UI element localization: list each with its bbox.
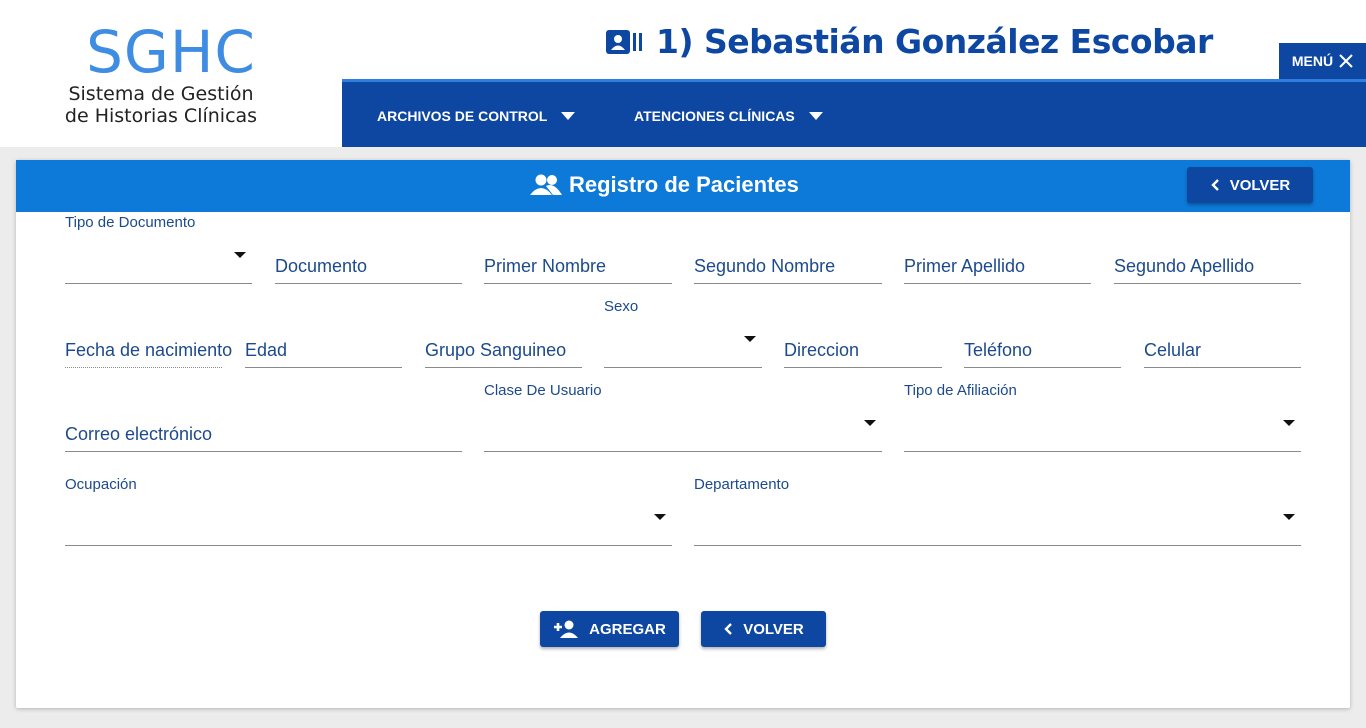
departamento-label: Departamento xyxy=(694,476,790,493)
patient-name: 1) Sebastián González Escobar xyxy=(656,22,1213,61)
chevron-left-icon xyxy=(1211,179,1219,191)
patient-title: 1) Sebastián González Escobar xyxy=(606,22,1213,61)
ocupacion-label: Ocupación xyxy=(65,476,137,493)
close-icon xyxy=(1339,54,1353,68)
add-button[interactable]: AGREGAR xyxy=(540,611,679,647)
menu-button[interactable]: MENÚ xyxy=(1279,43,1366,79)
header: 1) Sebastián González Escobar xyxy=(342,0,1366,79)
back-button[interactable]: VOLVER xyxy=(701,611,826,647)
primer-nombre-label: Primer Nombre xyxy=(484,256,607,276)
nav-item-archivos-de-control[interactable]: ARCHIVOS DE CONTROL xyxy=(377,108,576,124)
nav-item-label: ATENCIONES CLÍNICAS xyxy=(634,108,795,124)
tipo-afiliacion-select[interactable]: Tipo de Afiliación xyxy=(904,382,1301,452)
tipo-documento-label: Tipo de Documento xyxy=(65,214,196,231)
header-back-button[interactable]: VOLVER xyxy=(1187,167,1313,203)
sexo-select[interactable]: Sexo xyxy=(604,298,762,368)
card-title: Registro de Pacientes xyxy=(529,172,799,198)
segundo-apellido-field[interactable]: Segundo Apellido xyxy=(1114,214,1301,284)
card-title-text: Registro de Pacientes xyxy=(569,172,799,197)
caret-down-icon xyxy=(1283,420,1295,426)
edad-label: Edad xyxy=(245,340,288,360)
tipo-afiliacion-label: Tipo de Afiliación xyxy=(904,382,1017,399)
correo-field[interactable]: Correo electrónico xyxy=(65,382,462,452)
logo: SGHC Sistema de Gestión de Historias Clí… xyxy=(0,0,342,147)
segundo-apellido-label: Segundo Apellido xyxy=(1114,256,1255,276)
tipo-documento-select[interactable]: Tipo de Documento xyxy=(65,214,252,284)
edad-field[interactable]: Edad xyxy=(245,298,402,368)
add-button-label: AGREGAR xyxy=(589,620,666,638)
back-button-label: VOLVER xyxy=(1229,176,1291,194)
menu-label: MENÚ xyxy=(1291,53,1334,69)
ocupacion-select[interactable]: Ocupación xyxy=(65,476,672,546)
nav-bar: ARCHIVOS DE CONTROL ATENCIONES CLÍNICAS xyxy=(342,79,1366,147)
nav-item-label: ARCHIVOS DE CONTROL xyxy=(377,108,548,124)
caret-down-icon xyxy=(654,514,666,520)
primer-apellido-label: Primer Apellido xyxy=(904,256,1026,276)
fecha-nacimiento-field[interactable]: Fecha de nacimiento xyxy=(65,298,232,368)
grupo-sanguineo-label: Grupo Sanguineo xyxy=(425,340,567,360)
caret-down-icon xyxy=(744,336,756,342)
celular-field[interactable]: Celular xyxy=(1144,298,1301,368)
patient-registration-card: Registro de Pacientes VOLVER Tipo de Doc… xyxy=(16,160,1350,708)
card-header: Registro de Pacientes VOLVER xyxy=(16,160,1350,212)
telefono-label: Teléfono xyxy=(964,340,1033,360)
segundo-nombre-label: Segundo Nombre xyxy=(694,256,836,276)
caret-down-icon xyxy=(864,420,876,426)
departamento-select[interactable]: Departamento xyxy=(694,476,1301,546)
direccion-field[interactable]: Direccion xyxy=(784,298,942,368)
primer-apellido-field[interactable]: Primer Apellido xyxy=(904,214,1091,284)
users-icon xyxy=(530,174,562,195)
primer-nombre-field[interactable]: Primer Nombre xyxy=(484,214,672,284)
logo-subtitle: Sistema de Gestión de Historias Clínicas xyxy=(0,83,322,127)
chevron-left-icon xyxy=(724,623,733,635)
correo-label: Correo electrónico xyxy=(65,424,213,444)
logo-subtitle-line2: de Historias Clínicas xyxy=(64,105,258,127)
caret-down-icon xyxy=(234,252,246,258)
back-button-label: VOLVER xyxy=(743,620,804,638)
id-card-icon xyxy=(606,29,642,54)
segundo-nombre-field[interactable]: Segundo Nombre xyxy=(694,214,882,284)
telefono-field[interactable]: Teléfono xyxy=(964,298,1121,368)
clase-usuario-select[interactable]: Clase De Usuario xyxy=(484,382,882,452)
sexo-label: Sexo xyxy=(604,298,639,315)
documento-label: Documento xyxy=(275,256,368,276)
caret-down-icon xyxy=(808,112,823,120)
documento-field[interactable]: Documento xyxy=(275,214,462,284)
logo-subtitle-line1: Sistema de Gestión xyxy=(68,83,254,105)
direccion-label: Direccion xyxy=(784,340,860,360)
add-user-icon xyxy=(554,620,579,638)
nav-item-atenciones-clinicas[interactable]: ATENCIONES CLÍNICAS xyxy=(634,108,823,124)
grupo-sanguineo-field[interactable]: Grupo Sanguineo xyxy=(425,298,582,368)
caret-down-icon xyxy=(1283,514,1295,520)
caret-down-icon xyxy=(561,112,576,120)
logo-title: SGHC xyxy=(86,18,256,86)
celular-label: Celular xyxy=(1144,340,1202,360)
fecha-nacimiento-label: Fecha de nacimiento xyxy=(65,340,233,360)
clase-usuario-label: Clase De Usuario xyxy=(484,382,602,399)
